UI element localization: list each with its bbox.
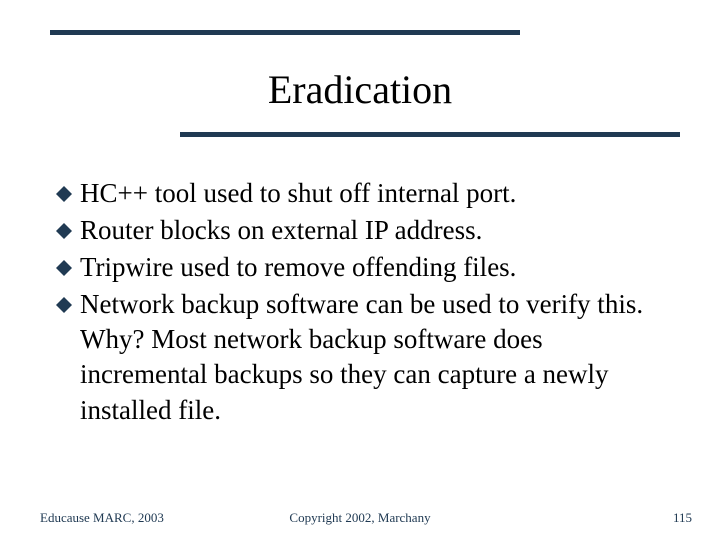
diamond-bullet-icon bbox=[56, 186, 72, 202]
list-item: Tripwire used to remove offending files. bbox=[56, 250, 666, 285]
diamond-bullet-icon bbox=[56, 260, 72, 276]
body-area: HC++ tool used to shut off internal port… bbox=[56, 176, 666, 430]
bullet-text: Tripwire used to remove offending files. bbox=[80, 250, 516, 285]
list-item: HC++ tool used to shut off internal port… bbox=[56, 176, 666, 211]
title-underline bbox=[180, 132, 680, 137]
list-item: Router blocks on external IP address. bbox=[56, 213, 666, 248]
page-number: 115 bbox=[673, 510, 692, 526]
top-rule bbox=[50, 30, 520, 35]
list-item: Network backup software can be used to v… bbox=[56, 287, 666, 427]
footer-center: Copyright 2002, Marchany bbox=[0, 510, 720, 526]
bullet-text: Network backup software can be used to v… bbox=[80, 287, 666, 427]
bullet-text: Router blocks on external IP address. bbox=[80, 213, 482, 248]
diamond-bullet-icon bbox=[56, 297, 72, 313]
slide-title: Eradication bbox=[0, 66, 720, 113]
bullet-text: HC++ tool used to shut off internal port… bbox=[80, 176, 516, 211]
diamond-bullet-icon bbox=[56, 223, 72, 239]
